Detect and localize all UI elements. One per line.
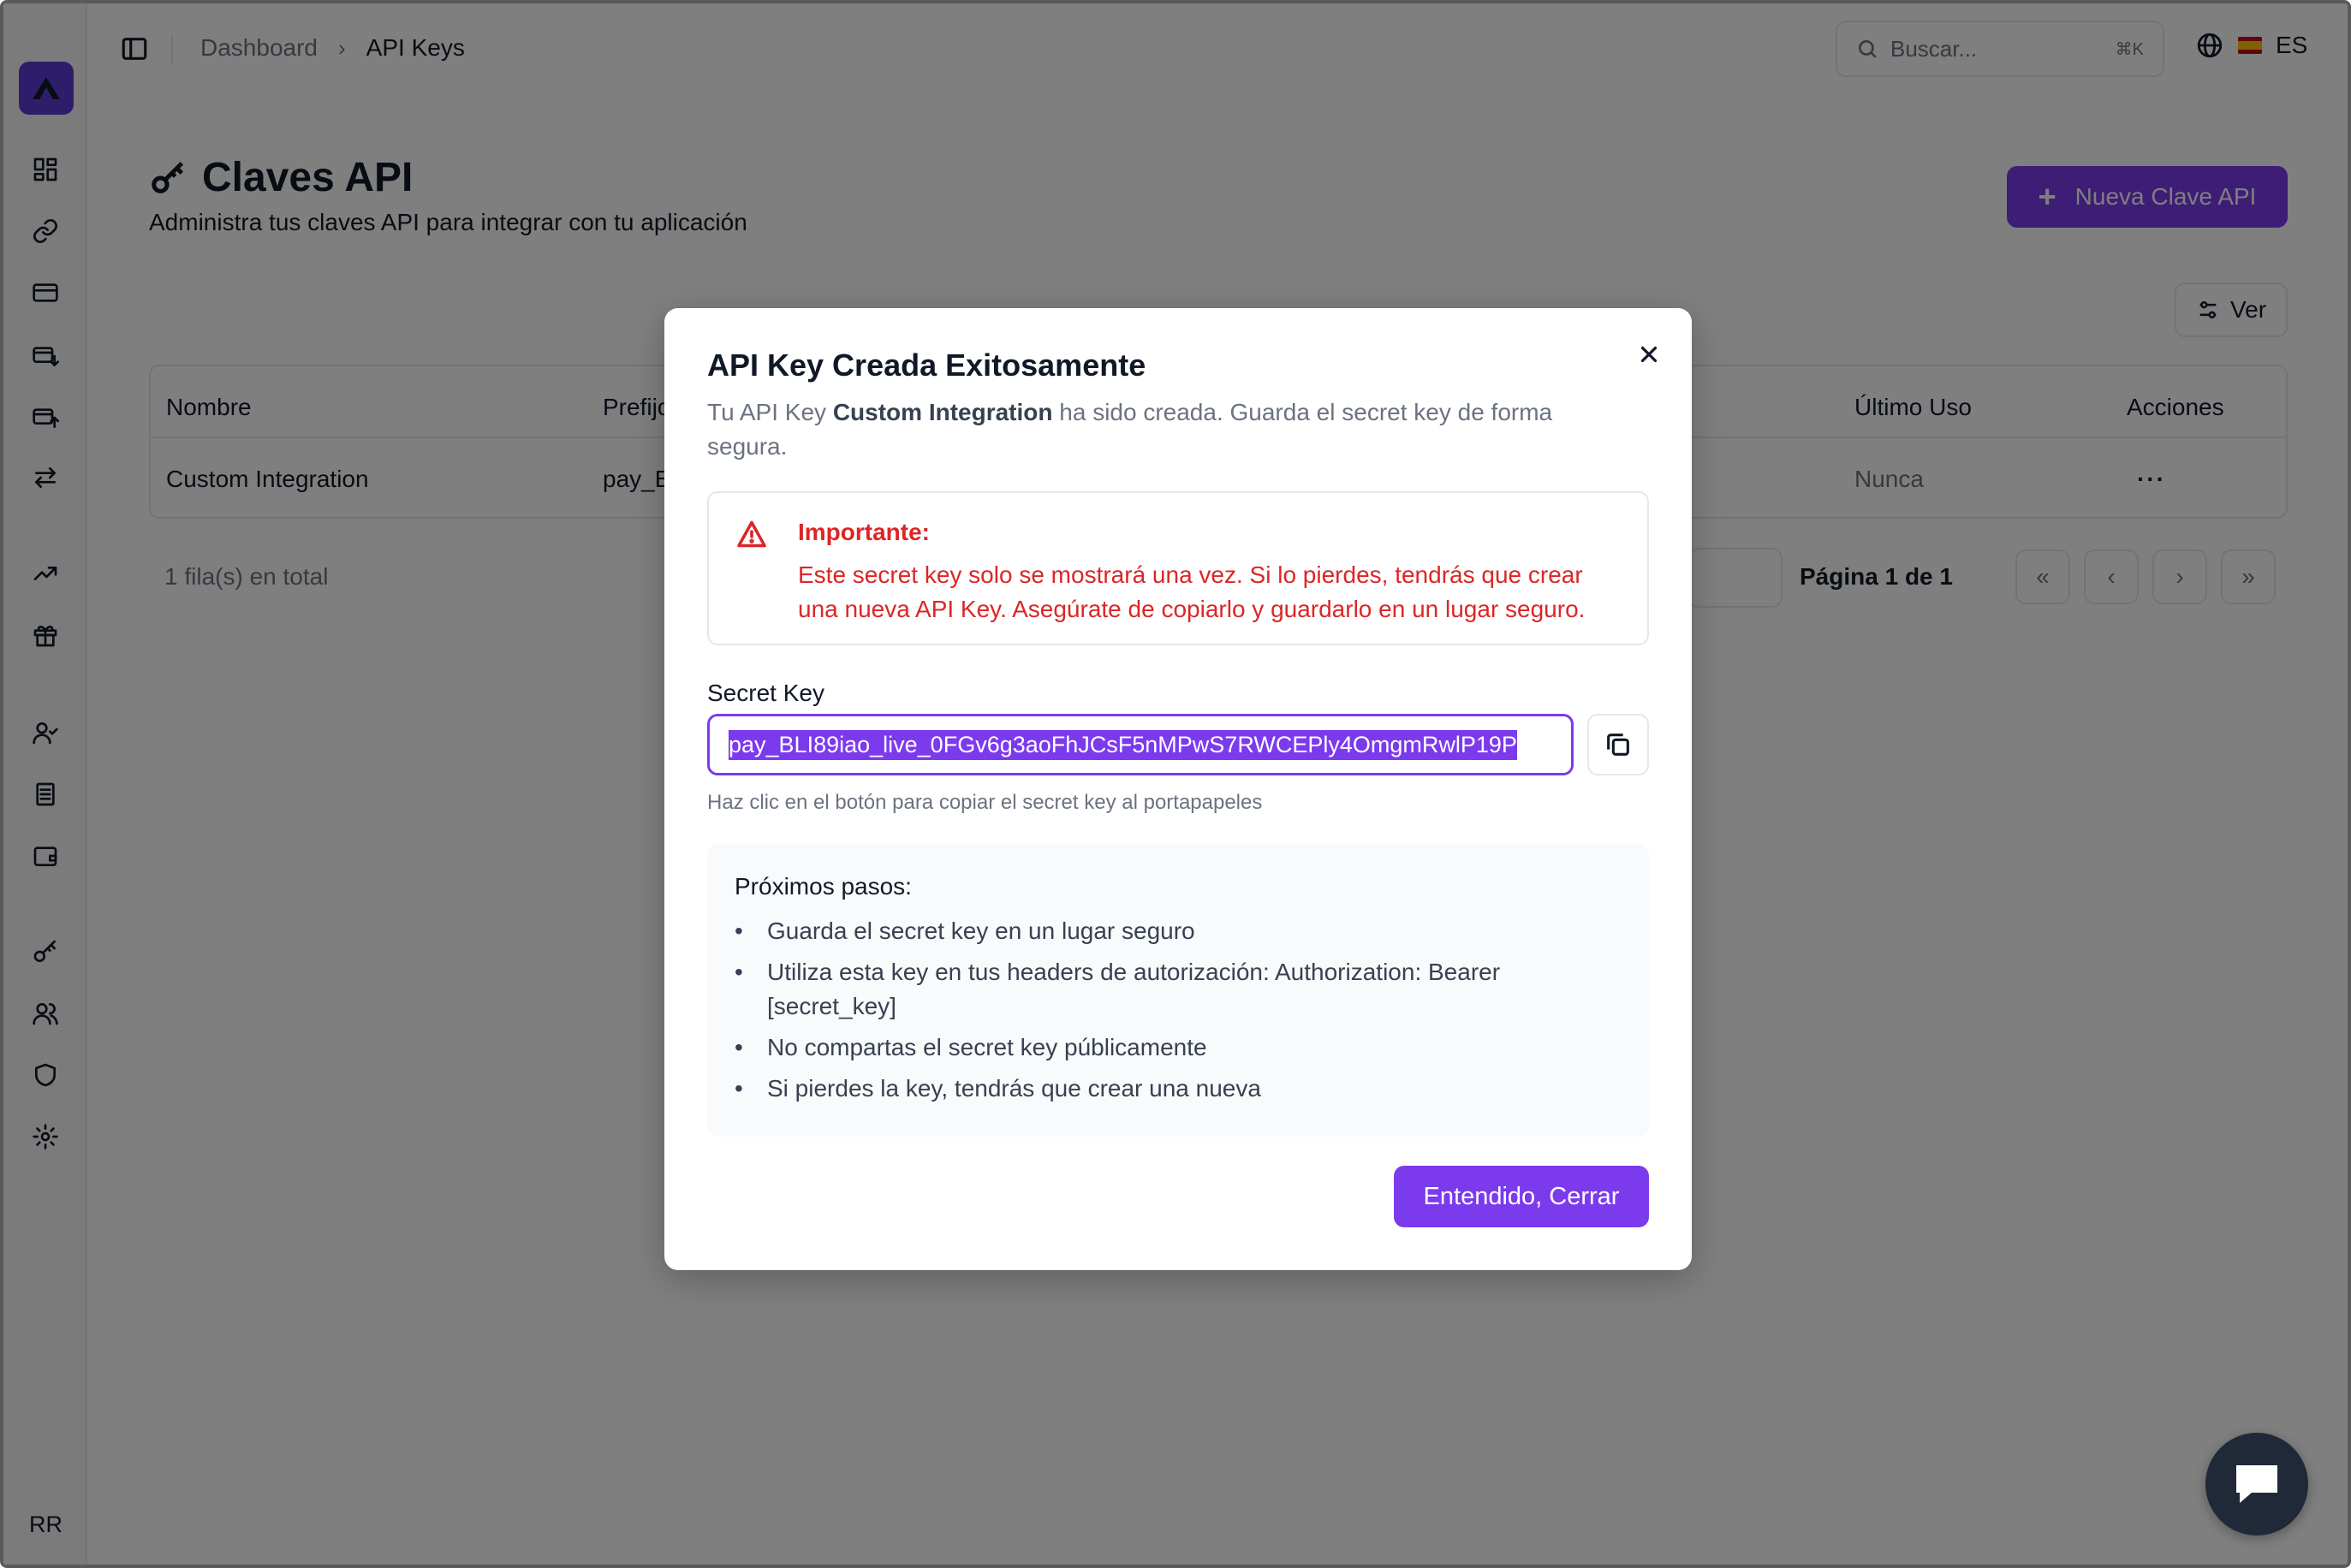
next-steps-title: Próximos pasos: — [735, 873, 912, 900]
desc-pre: Tu API Key — [707, 399, 833, 425]
api-key-created-dialog: API Key Creada Exitosamente Tu API Key C… — [664, 308, 1692, 1270]
secret-key-value[interactable]: pay_BLI89iao_live_0FGv6g3aoFhJCsF5nMPwS7… — [729, 729, 1517, 760]
dialog-description: Tu API Key Custom Integration ha sido cr… — [707, 395, 1632, 464]
desc-key-name: Custom Integration — [832, 399, 1053, 425]
app-window: RR Dashboard › API Keys Buscar... ⌘K ES … — [0, 0, 2351, 1568]
list-item: Guarda el secret key en un lugar seguro — [735, 914, 1608, 948]
close-icon[interactable] — [1632, 337, 1666, 371]
next-steps-list: Guarda el secret key en un lugar seguro … — [735, 914, 1608, 1113]
dialog-title: API Key Creada Exitosamente — [707, 347, 1146, 383]
secret-key-field[interactable]: pay_BLI89iao_live_0FGv6g3aoFhJCsF5nMPwS7… — [707, 714, 1574, 775]
warning-text: Este secret key solo se mostrará una vez… — [798, 561, 1586, 622]
list-item: Si pierdes la key, tendrás que crear una… — [735, 1072, 1608, 1106]
alert-triangle-icon — [736, 519, 767, 549]
secret-key-help: Haz clic en el botón para copiar el secr… — [707, 791, 1263, 814]
copy-button[interactable] — [1587, 714, 1649, 775]
warning-title: Importante: — [798, 519, 930, 545]
warning-alert: Importante: Este secret key solo se most… — [707, 491, 1649, 645]
secret-key-label: Secret Key — [707, 680, 824, 706]
list-item: Utiliza esta key en tus headers de autor… — [735, 955, 1608, 1024]
chat-bubble-icon — [2236, 1465, 2277, 1503]
confirm-close-button[interactable]: Entendido, Cerrar — [1394, 1166, 1649, 1227]
chat-widget-button[interactable] — [2205, 1433, 2308, 1535]
copy-icon — [1607, 734, 1629, 756]
next-steps-panel: Próximos pasos: Guarda el secret key en … — [707, 844, 1649, 1137]
list-item: No compartas el secret key públicamente — [735, 1030, 1608, 1065]
